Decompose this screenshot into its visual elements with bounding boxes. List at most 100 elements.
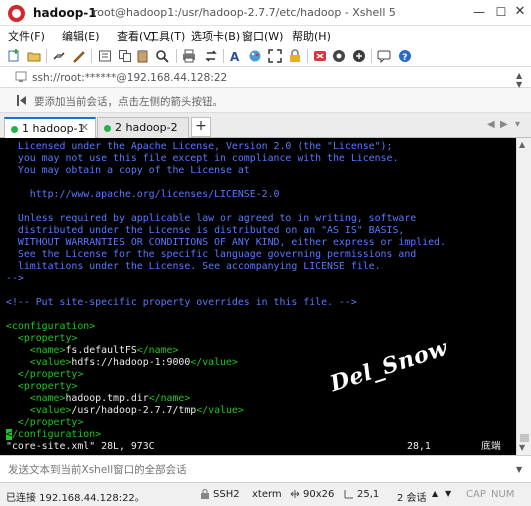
tab-close-icon[interactable]: ✕ [80, 121, 89, 134]
window-title-host: hadoop-1 [33, 6, 97, 20]
toolbar: A ? [0, 45, 531, 67]
vim-status-position: 28,1 [407, 441, 431, 452]
terminal-text-segment: <name> [6, 345, 66, 356]
xshell-logo-icon [8, 5, 25, 22]
xmanager-icon[interactable] [332, 49, 346, 63]
svg-text:?: ? [402, 53, 407, 63]
terminal-line: <!-- Put site-specific property override… [6, 297, 357, 308]
num-lock-indicator: NUM [491, 489, 515, 500]
terminal-size-icon [290, 490, 300, 498]
menu-help[interactable]: 帮助(H) [292, 28, 331, 44]
color-scheme-icon[interactable] [248, 49, 262, 63]
protocol-label: SSH2 [213, 489, 240, 500]
terminal-text-segment: <name> [6, 393, 66, 404]
tab-list-icon[interactable]: ▾ [515, 119, 520, 130]
terminal-line: <configuration> [6, 321, 96, 332]
transfer-icon[interactable] [204, 49, 218, 63]
add-session-arrow-icon[interactable] [17, 95, 28, 106]
terminal-text-segment: fs.defaultFS [65, 345, 137, 356]
scrollbar-thumb[interactable] [520, 434, 529, 442]
font-icon[interactable]: A [229, 49, 243, 63]
menu-edit[interactable]: 编辑(E) [62, 28, 100, 44]
xftp-icon[interactable] [313, 49, 327, 63]
print-icon[interactable] [182, 49, 196, 63]
svg-text:A: A [230, 50, 240, 63]
compose-menu-icon[interactable]: ▼ [516, 465, 522, 474]
lock-icon[interactable] [288, 49, 302, 63]
terminal-scrollbar[interactable]: ▲ ▼ [516, 138, 531, 455]
terminal-text-segment: </name> [148, 393, 191, 404]
properties-icon[interactable] [98, 49, 112, 63]
keyboard-icon[interactable] [352, 49, 366, 63]
new-tab-button[interactable]: + [191, 117, 211, 137]
minimize-button[interactable]: — [468, 0, 490, 26]
terminal-line: </property> [6, 369, 84, 380]
terminal-line: limitations under the License. See accom… [6, 261, 381, 272]
terminal-text-segment: </value> [190, 357, 238, 368]
disconnect-icon[interactable] [52, 49, 66, 63]
open-folder-icon[interactable] [27, 49, 41, 63]
fullscreen-icon[interactable] [268, 49, 282, 63]
vim-status-file: "core-site.xml" 28L, 973C [6, 441, 155, 452]
scroll-up-icon[interactable]: ▲ [519, 140, 525, 149]
connected-status-icon [11, 126, 18, 133]
terminal-line: <property> [6, 381, 78, 392]
compose-input[interactable] [8, 463, 498, 477]
tab-bar: 1 hadoop-1 ✕ 2 hadoop-2 + ◀ ▶ ▾ [0, 113, 531, 138]
tab-hadoop-2[interactable]: 2 hadoop-2 [97, 117, 189, 138]
terminal-text-segment: /configuration> [11, 429, 102, 440]
terminal-line: </property> [6, 417, 84, 428]
status-arrow-down-icon[interactable]: ▼ [445, 489, 451, 498]
terminal-line: You may obtain a copy of the License at [6, 165, 250, 176]
terminal-line: See the License for the specific languag… [6, 249, 417, 260]
reconnect-icon[interactable] [72, 49, 86, 63]
tab-hadoop-1[interactable]: 1 hadoop-1 ✕ [4, 117, 96, 138]
terminal-line: you may not use this file except in comp… [6, 153, 399, 164]
terminal-line: distributed under the License is distrib… [6, 225, 405, 236]
terminal-line: </configuration> [6, 429, 101, 441]
close-button[interactable]: ✕ [509, 0, 531, 26]
terminal-text-segment: hadoop.tmp.dir [65, 393, 149, 404]
session-count: 2 会话 [397, 493, 427, 504]
toolbar-separator [46, 49, 47, 63]
terminal-line: <value>/usr/hadoop-2.7.7/tmp</value> [6, 405, 244, 417]
menu-window[interactable]: 窗口(W) [242, 28, 283, 44]
scroll-down-icon[interactable]: ▼ [519, 443, 525, 452]
menu-tools[interactable]: 工具(T) [148, 28, 185, 44]
terminal-line: WITHOUT WARRANTIES OR CONDITIONS OF ANY … [6, 237, 446, 248]
menu-file[interactable]: 文件(F) [8, 28, 45, 44]
paste-icon[interactable] [136, 49, 150, 63]
terminal-line: Unless required by applicable law or agr… [6, 213, 417, 224]
new-session-icon[interactable] [7, 49, 21, 63]
connection-status: 已连接 192.168.44.128:22。 [6, 493, 145, 504]
tab-prev-icon[interactable]: ◀ [487, 119, 495, 130]
session-address-input[interactable] [32, 70, 512, 85]
ssh-lock-icon [201, 489, 209, 499]
terminal-line: Licensed under the Apache License, Versi… [6, 141, 393, 152]
tab-next-icon[interactable]: ▶ [500, 119, 508, 130]
find-icon[interactable] [155, 49, 169, 63]
cursor-position: 25,1 [357, 489, 380, 500]
help-icon[interactable]: ? [398, 49, 412, 63]
terminal-line: <name>fs.defaultFS</name> [6, 345, 179, 357]
caps-lock-indicator: CAP [466, 489, 486, 500]
menu-bar: 文件(F) 编辑(E) 查看(V) 工具(T) 选项卡(B) 窗口(W) 帮助(… [0, 26, 531, 45]
status-arrow-up-icon[interactable]: ▲ [432, 489, 438, 498]
window-title-path: root@hadoop1:/usr/hadoop-2.7.7/etc/hadoo… [93, 6, 396, 19]
terminal-text-segment: <value> [6, 357, 72, 368]
info-bar: 要添加当前会话，点击左侧的箭头按钮。 [0, 88, 531, 113]
tab-label: 2 hadoop-2 [115, 121, 178, 134]
info-text: 要添加当前会话，点击左侧的箭头按钮。 [34, 96, 223, 108]
watermark: Del_Snow [326, 334, 451, 398]
address-bar: ▲▼ [0, 67, 531, 89]
chat-icon[interactable] [377, 49, 391, 63]
address-dropdown-icon[interactable]: ▲ ▼ [516, 71, 526, 89]
terminal-line: <property> [6, 333, 78, 344]
terminal-line: http://www.apache.org/licenses/LICENSE-2… [6, 189, 280, 200]
copy-icon[interactable] [118, 49, 132, 63]
title-bar: hadoop-1 root@hadoop1:/usr/hadoop-2.7.7/… [0, 0, 531, 26]
terminal-type: xterm [252, 489, 282, 500]
menu-tabs[interactable]: 选项卡(B) [191, 28, 240, 44]
terminal-text-segment: <value> [6, 405, 72, 416]
terminal-screen[interactable]: </configuration> </property> <value>/usr… [0, 138, 516, 455]
